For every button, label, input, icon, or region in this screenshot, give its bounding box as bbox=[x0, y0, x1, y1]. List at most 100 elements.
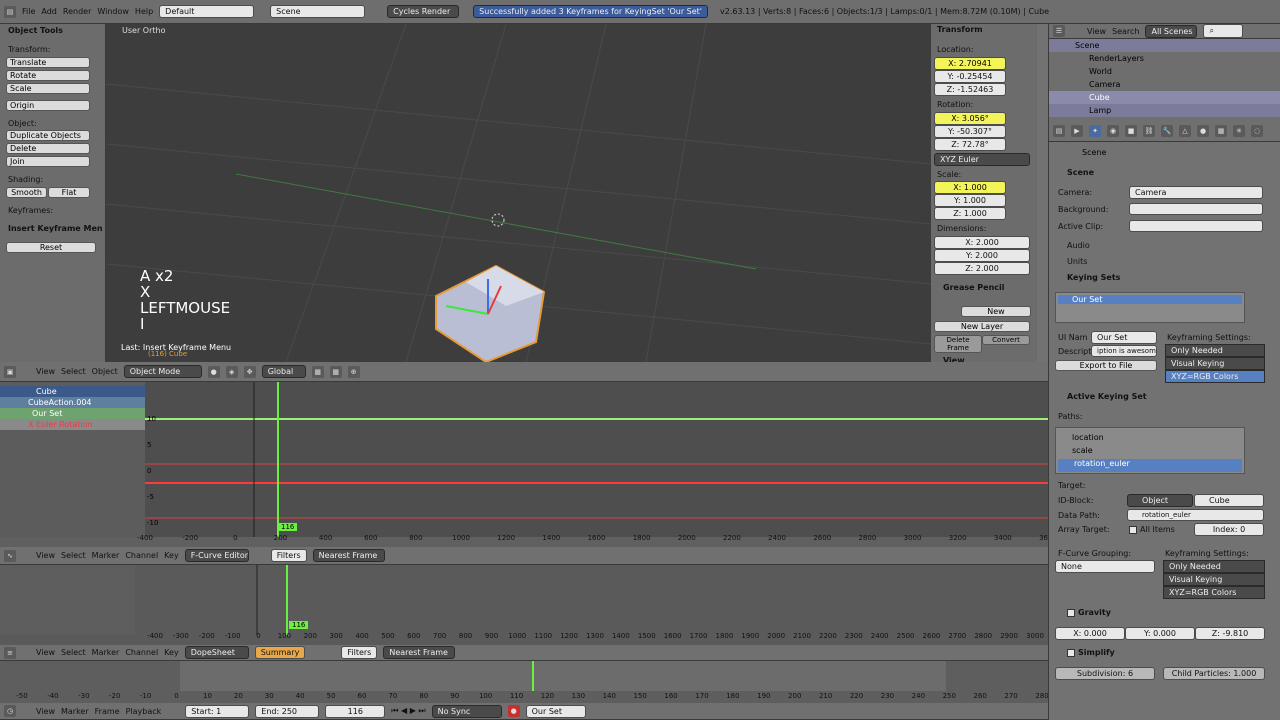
dopesheet-mode-select[interactable]: DopeSheet bbox=[184, 646, 249, 659]
location-z[interactable]: Z: -1.52463 bbox=[934, 83, 1006, 96]
menu-select[interactable]: Select bbox=[61, 367, 86, 376]
timeline-strip[interactable]: -50 -40 -30 -20 -10 0 10 20 30 40 50 60 70 80 90 100 110… bbox=[0, 661, 1049, 703]
menu-key[interactable]: Key bbox=[164, 648, 179, 657]
ui-name-field[interactable]: Our Set bbox=[1091, 331, 1157, 344]
orientation-select[interactable]: Global bbox=[261, 365, 306, 378]
engine-select[interactable]: Cycles Render bbox=[387, 5, 460, 18]
outliner-item-world[interactable]: World bbox=[1049, 65, 1280, 78]
checkbox[interactable] bbox=[1129, 525, 1137, 534]
scene-panel-title[interactable]: Scene bbox=[1067, 168, 1094, 177]
fcurve-graph[interactable]: 116 10 5 0 -5 -10 bbox=[145, 382, 1048, 537]
channel-group[interactable]: Our Set bbox=[0, 408, 145, 419]
outliner-item-scene[interactable]: Scene bbox=[1049, 39, 1280, 52]
viewport-3d[interactable]: User Ortho A x2 X LEFTMOUSE I Last: Inse… bbox=[106, 24, 931, 362]
dimension-z[interactable]: Z: 2.000 bbox=[934, 262, 1030, 275]
dimension-y[interactable]: Y: 2.000 bbox=[934, 249, 1030, 262]
menu-render[interactable]: Render bbox=[63, 7, 91, 16]
menu-search[interactable]: Search bbox=[1112, 27, 1139, 36]
editor-type-icon[interactable]: ◷ bbox=[4, 705, 16, 717]
camera-field[interactable]: Camera bbox=[1129, 186, 1263, 199]
channel-action[interactable]: CubeAction.004 bbox=[0, 397, 145, 408]
filters-button[interactable]: Filters bbox=[270, 549, 307, 562]
physics-tab-icon[interactable]: ◌ bbox=[1251, 124, 1263, 137]
editor-type-icon[interactable]: ▤ bbox=[4, 5, 16, 18]
render-tab-icon[interactable]: ▶ bbox=[1071, 124, 1083, 137]
gravity-y[interactable]: Y: 0.000 bbox=[1125, 627, 1195, 640]
translate-button[interactable]: Translate bbox=[6, 57, 90, 68]
origin-button[interactable]: Origin bbox=[6, 100, 90, 111]
shading-icon[interactable]: ● bbox=[207, 365, 220, 378]
grouping-select[interactable]: None bbox=[1055, 560, 1155, 573]
menu-object[interactable]: Object bbox=[92, 367, 118, 376]
pivot-icon[interactable]: ◈ bbox=[225, 365, 238, 378]
object-tab-icon[interactable]: ■ bbox=[1125, 124, 1137, 137]
nla-editor[interactable]: 116 -400 -300 -200 -100 0 100 200 300 400 500 600 7… bbox=[0, 565, 1048, 645]
grease-new-button[interactable]: New bbox=[961, 306, 1031, 317]
menu-add[interactable]: Add bbox=[41, 7, 57, 16]
snap-select[interactable]: Nearest Frame bbox=[383, 646, 456, 659]
menu-view[interactable]: View bbox=[36, 551, 55, 560]
transform-title[interactable]: Transform bbox=[937, 25, 983, 34]
material-tab-icon[interactable]: ● bbox=[1197, 124, 1209, 137]
channel-fcurve[interactable]: X Euler Rotation bbox=[0, 419, 145, 430]
outliner-item-renderlayers[interactable]: RenderLayers bbox=[1049, 52, 1280, 65]
layers-icon[interactable]: ▦ bbox=[329, 365, 342, 378]
fcurve-editor[interactable]: Cube CubeAction.004 Our Set X Euler Rota… bbox=[0, 382, 1057, 547]
start-frame-field[interactable]: Start: 1 bbox=[185, 704, 250, 718]
keying-set-item[interactable]: Our Set bbox=[1058, 295, 1242, 304]
gravity-panel[interactable]: Gravity bbox=[1067, 608, 1111, 617]
scale-button[interactable]: Scale bbox=[6, 83, 90, 94]
menu-view[interactable]: View bbox=[36, 367, 55, 376]
layers-icon[interactable]: ▦ bbox=[311, 365, 324, 378]
child-particles-field[interactable]: Child Particles: 1.000 bbox=[1163, 667, 1265, 680]
menu-playback[interactable]: Playback bbox=[126, 707, 162, 716]
path-item[interactable]: rotation_euler bbox=[1058, 459, 1242, 472]
index-field[interactable]: Index: 0 bbox=[1194, 523, 1264, 536]
channel-cube[interactable]: Cube bbox=[0, 386, 145, 397]
checkbox[interactable] bbox=[1067, 608, 1075, 617]
path-item[interactable]: scale bbox=[1056, 446, 1244, 459]
gravity-x[interactable]: X: 0.000 bbox=[1055, 627, 1125, 640]
scene-select[interactable]: Scene bbox=[270, 5, 366, 18]
path-item[interactable]: location bbox=[1056, 433, 1244, 446]
manipulator-icon[interactable]: ✥ bbox=[243, 365, 256, 378]
visual-keying-toggle[interactable]: Visual Keying bbox=[1165, 357, 1265, 370]
menu-channel[interactable]: Channel bbox=[125, 551, 158, 560]
editor-type-icon[interactable]: ▣ bbox=[4, 365, 16, 378]
export-button[interactable]: Export to File bbox=[1055, 360, 1157, 371]
rotation-y[interactable]: Y: -50.307° bbox=[934, 125, 1006, 138]
layout-select[interactable]: Default bbox=[159, 5, 255, 18]
dimension-x[interactable]: X: 2.000 bbox=[934, 236, 1030, 249]
filters-button[interactable]: Filters bbox=[341, 646, 378, 659]
active-clip-field[interactable] bbox=[1129, 220, 1263, 232]
editor-type-icon[interactable]: ∿ bbox=[4, 549, 16, 562]
outliner-item-lamp[interactable]: Lamp bbox=[1049, 104, 1280, 117]
menu-window[interactable]: Window bbox=[97, 7, 129, 16]
current-frame-badge[interactable]: 116 bbox=[278, 523, 298, 531]
scale-z[interactable]: Z: 1.000 bbox=[934, 207, 1006, 220]
operator-title[interactable]: Insert Keyframe Men bbox=[8, 224, 104, 233]
search-icon[interactable]: ⌕ bbox=[1203, 24, 1244, 38]
subdivision-field[interactable]: Subdivision: 6 bbox=[1055, 667, 1155, 680]
constraints-tab-icon[interactable]: ⛓ bbox=[1143, 124, 1155, 137]
visual-keying-toggle[interactable]: Visual Keying bbox=[1163, 573, 1265, 586]
keying-set-field[interactable]: Our Set bbox=[525, 704, 586, 718]
mode-select[interactable]: Object Mode bbox=[123, 365, 202, 378]
description-field[interactable]: iption is awesome bbox=[1091, 345, 1157, 357]
delete-frame-button[interactable]: Delete Frame bbox=[934, 335, 982, 353]
menu-view[interactable]: View bbox=[1087, 27, 1106, 36]
outliner-item-camera[interactable]: Camera bbox=[1049, 78, 1280, 91]
grease-pencil-title[interactable]: Grease Pencil bbox=[943, 283, 1005, 292]
idblock-name-field[interactable]: Cube bbox=[1194, 494, 1264, 507]
playback-controls[interactable]: ⏮ ◀ ▶ ⏭ bbox=[391, 706, 425, 716]
sync-select[interactable]: No Sync bbox=[431, 704, 502, 718]
editor-type-icon[interactable]: ☰ bbox=[1053, 25, 1065, 37]
outliner-filter[interactable]: All Scenes bbox=[1145, 24, 1198, 38]
audio-panel[interactable]: Audio bbox=[1067, 241, 1090, 250]
menu-help[interactable]: Help bbox=[135, 7, 153, 16]
nla-frame-badge[interactable]: 116 bbox=[289, 621, 309, 629]
reset-button[interactable]: Reset bbox=[6, 242, 96, 253]
menu-file[interactable]: File bbox=[22, 7, 35, 16]
data-path-field[interactable]: rotation_euler bbox=[1127, 509, 1264, 521]
scale-x[interactable]: X: 1.000 bbox=[934, 181, 1006, 194]
